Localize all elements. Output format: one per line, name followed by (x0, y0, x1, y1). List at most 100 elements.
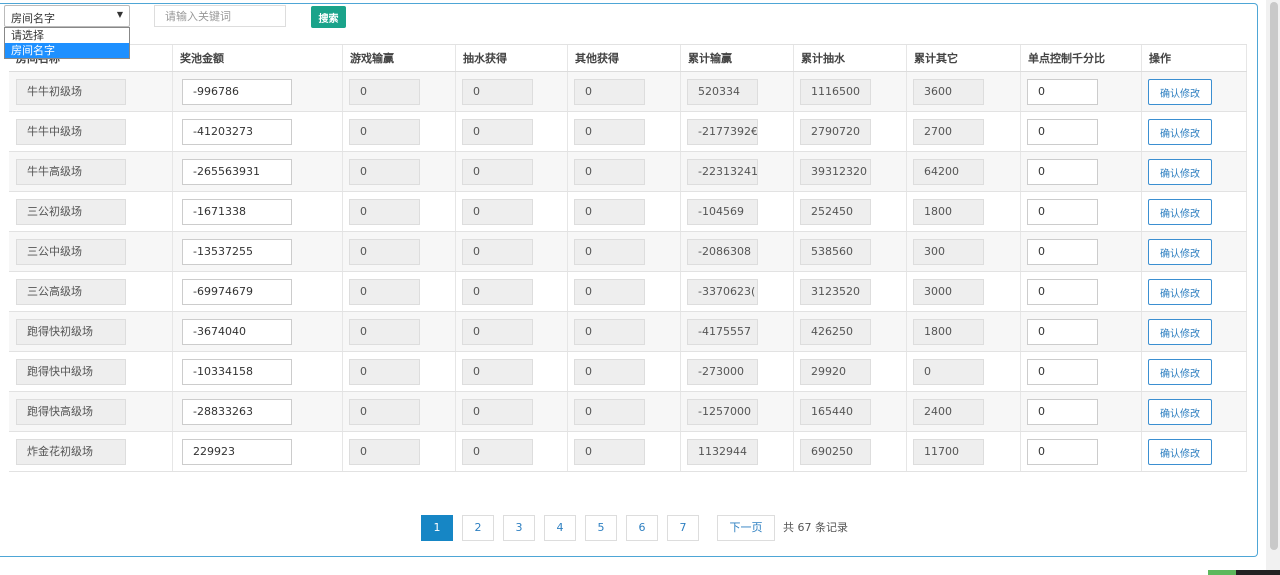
control-permille-input[interactable]: 0 (1027, 159, 1098, 185)
table-cell: 0 (1020, 432, 1141, 471)
game-win-loss-field: 0 (349, 359, 420, 385)
table-cell: 确认修改 (1141, 112, 1247, 151)
page-button-4[interactable]: 4 (544, 515, 576, 541)
header-control-permille: 单点控制千分比 (1020, 45, 1141, 71)
jackpot-input[interactable]: 229923 (182, 439, 292, 465)
jackpot-input[interactable]: -13537255 (182, 239, 292, 265)
rake-field: 0 (462, 199, 533, 225)
header-total-other: 累计其它 (906, 45, 1020, 71)
confirm-modify-button[interactable]: 确认修改 (1148, 279, 1212, 305)
table-cell: 0 (1020, 152, 1141, 191)
total-other-field: 0 (913, 359, 984, 385)
other-field: 0 (574, 79, 645, 105)
jackpot-input[interactable]: -265563931 (182, 159, 292, 185)
jackpot-input[interactable]: -41203273 (182, 119, 292, 145)
table-cell: 0 (342, 232, 455, 271)
table-cell: 0 (567, 392, 680, 431)
total-rake-field: 29920 (800, 359, 871, 385)
page-button-3[interactable]: 3 (503, 515, 535, 541)
room-name-field: 三公高级场 (16, 279, 126, 305)
search-button[interactable]: 搜索 (311, 6, 346, 28)
table-cell: 牛牛高级场 (9, 152, 172, 191)
table-cell: 29920 (793, 352, 906, 391)
table-cell: 0 (342, 72, 455, 111)
select-value: 房间名字 (11, 12, 55, 25)
page-button-5[interactable]: 5 (585, 515, 617, 541)
rake-field: 0 (462, 319, 533, 345)
table-cell: 64200 (906, 152, 1020, 191)
table-cell: 0 (342, 112, 455, 151)
jackpot-input[interactable]: -1671338 (182, 199, 292, 225)
table-cell: 0 (567, 152, 680, 191)
jackpot-input[interactable]: -10334158 (182, 359, 292, 385)
table-cell: 炸金花初级场 (9, 432, 172, 471)
room-name-field: 三公中级场 (16, 239, 126, 265)
table-row: 三公高级场 -69974679 0 0 0 -3370623(3123520 3000 0 确认… (9, 272, 1247, 312)
total-other-field: 3600 (913, 79, 984, 105)
control-permille-input[interactable]: 0 (1027, 359, 1098, 385)
next-page-button[interactable]: 下一页 (717, 515, 775, 541)
table-cell: -3370623( (680, 272, 793, 311)
confirm-modify-button[interactable]: 确认修改 (1148, 399, 1212, 425)
total-win-loss-field: -22313241 (687, 159, 758, 185)
confirm-modify-button[interactable]: 确认修改 (1148, 239, 1212, 265)
confirm-modify-button[interactable]: 确认修改 (1148, 79, 1212, 105)
page-button-2[interactable]: 2 (462, 515, 494, 541)
table-cell: 39312320 (793, 152, 906, 191)
dropdown-option-please-select[interactable]: 请选择 (5, 28, 129, 43)
control-permille-input[interactable]: 0 (1027, 279, 1098, 305)
table-row: 牛牛中级场 -41203273 0 0 0 -2177392€ 2790720 2700 0 确认… (9, 112, 1247, 152)
table-row: 跑得快高级场 -28833263 0 0 0 -1257000 165440 2400 0 确认修… (9, 392, 1247, 432)
control-permille-input[interactable]: 0 (1027, 239, 1098, 265)
search-input[interactable] (154, 5, 286, 27)
other-field: 0 (574, 199, 645, 225)
confirm-modify-button[interactable]: 确认修改 (1148, 319, 1212, 345)
table-cell: 0 (567, 272, 680, 311)
header-total-rake: 累计抽水 (793, 45, 906, 71)
control-permille-input[interactable]: 0 (1027, 119, 1098, 145)
total-win-loss-field: -3370623( (687, 279, 758, 305)
control-permille-input[interactable]: 0 (1027, 79, 1098, 105)
total-other-field: 1800 (913, 319, 984, 345)
jackpot-input[interactable]: -996786 (182, 79, 292, 105)
page-scrollbar-thumb[interactable] (1270, 2, 1278, 550)
confirm-modify-button[interactable]: 确认修改 (1148, 199, 1212, 225)
table-cell: -13537255 (172, 232, 342, 271)
control-permille-input[interactable]: 0 (1027, 319, 1098, 345)
table-cell: -104569 (680, 192, 793, 231)
jackpot-input[interactable]: -28833263 (182, 399, 292, 425)
table-row: 三公中级场 -13537255 0 0 0 -2086308 538560 300 0 确认修改 (9, 232, 1247, 272)
table-row: 牛牛高级场 -265563931 0 0 0 -22313241 39312320 64200… (9, 152, 1247, 192)
game-win-loss-field: 0 (349, 79, 420, 105)
table-cell: -41203273 (172, 112, 342, 151)
page-button-7[interactable]: 7 (667, 515, 699, 541)
game-win-loss-field: 0 (349, 239, 420, 265)
control-permille-input[interactable]: 0 (1027, 199, 1098, 225)
rake-field: 0 (462, 359, 533, 385)
confirm-modify-button[interactable]: 确认修改 (1148, 159, 1212, 185)
table-cell: 0 (455, 72, 567, 111)
other-field: 0 (574, 319, 645, 345)
table-cell: -10334158 (172, 352, 342, 391)
table-row: 炸金花初级场 229923 0 0 0 1132944 690250 11700 0 确认修改 (9, 432, 1247, 472)
table-cell: 0 (1020, 112, 1141, 151)
page-button-1[interactable]: 1 (421, 515, 453, 541)
confirm-modify-button[interactable]: 确认修改 (1148, 439, 1212, 465)
table-cell: 牛牛初级场 (9, 72, 172, 111)
control-permille-input[interactable]: 0 (1027, 439, 1098, 465)
table-row: 牛牛初级场 -996786 0 0 0 520334 1116500 3600 0 确认修改 (9, 72, 1247, 112)
control-permille-input[interactable]: 0 (1027, 399, 1098, 425)
table-cell: 确认修改 (1141, 272, 1247, 311)
confirm-modify-button[interactable]: 确认修改 (1148, 359, 1212, 385)
corner-widget-green (1208, 570, 1236, 575)
page-button-6[interactable]: 6 (626, 515, 658, 541)
table-cell: 0 (567, 72, 680, 111)
table-cell: 0 (455, 392, 567, 431)
table-cell: 0 (567, 112, 680, 151)
table-cell: 确认修改 (1141, 392, 1247, 431)
confirm-modify-button[interactable]: 确认修改 (1148, 119, 1212, 145)
dropdown-option-room-name[interactable]: 房间名字 (5, 43, 129, 58)
search-field-select[interactable]: 房间名字 ▼ (4, 5, 130, 27)
jackpot-input[interactable]: -69974679 (182, 279, 292, 305)
jackpot-input[interactable]: -3674040 (182, 319, 292, 345)
